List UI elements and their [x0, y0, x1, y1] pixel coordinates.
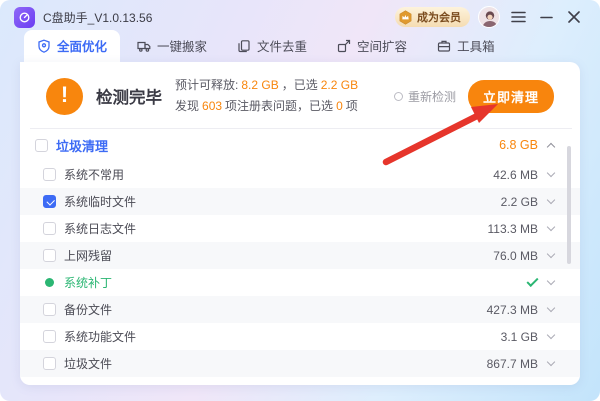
rescan-button[interactable]: 重新检测: [394, 88, 456, 105]
toolbox-icon: [437, 39, 451, 53]
tab-bar: 全面优化 一键搬家 文件去重 空间扩容 工具箱: [0, 34, 600, 62]
selected-issue-count: 0: [336, 99, 343, 113]
scrollbar-thumb[interactable]: [567, 146, 571, 264]
row-label: 垃圾文件: [64, 355, 112, 372]
app-window: C盘助手_V1.0.13.56 成为会员: [0, 0, 600, 401]
avatar[interactable]: [478, 6, 500, 28]
menu-icon[interactable]: [508, 7, 528, 27]
selected-size: 2.2 GB: [321, 78, 358, 92]
chevron-down-icon[interactable]: [538, 227, 564, 230]
row-label: 系统日志文件: [64, 220, 136, 237]
junk-row[interactable]: 上网残留 76.0 MB: [20, 242, 580, 269]
row-size: 867.7 MB: [487, 357, 538, 371]
row-size: 2.2 GB: [501, 195, 538, 209]
row-checkbox[interactable]: [43, 168, 56, 181]
group-checkbox[interactable]: [35, 139, 48, 152]
crown-icon: [398, 10, 413, 25]
tab-3[interactable]: 文件去重: [224, 30, 320, 62]
row-checkbox[interactable]: [43, 357, 56, 370]
warning-icon: !: [46, 78, 83, 115]
chevron-down-icon[interactable]: [538, 362, 564, 365]
clean-now-button[interactable]: 立即清理: [468, 80, 554, 113]
junk-group-header[interactable]: 垃圾清理 6.8 GB: [20, 129, 580, 161]
completed-dot-icon: [45, 278, 54, 287]
junk-row[interactable]: 系统不常用 42.6 MB: [20, 161, 580, 188]
tab-label: 工具箱: [457, 36, 495, 55]
junk-row[interactable]: 备份文件 427.3 MB: [20, 296, 580, 323]
expand-icon: [337, 39, 351, 53]
junk-row[interactable]: 系统补丁: [20, 269, 580, 296]
row-label: 系统不常用: [64, 166, 124, 183]
summary-line-2: 发现603项注册表问题，已选0项: [175, 96, 361, 117]
tab-4[interactable]: 空间扩容: [324, 30, 420, 62]
row-checkbox[interactable]: [43, 303, 56, 316]
registry-issue-count: 603: [202, 99, 222, 113]
documents-icon: [237, 39, 251, 53]
chevron-down-icon[interactable]: [538, 254, 564, 257]
junk-row[interactable]: 垃圾文件 867.7 MB: [20, 350, 580, 377]
truck-icon: [137, 39, 151, 53]
tab-2[interactable]: 一键搬家: [124, 30, 220, 62]
shield-icon: [37, 39, 51, 53]
summary-line-1: 预计可释放:8.2 GB，已选2.2 GB: [175, 75, 361, 96]
row-label: 上网残留: [64, 247, 112, 264]
chevron-down-icon[interactable]: [538, 200, 564, 203]
main-panel: ! 检测完毕 预计可释放:8.2 GB，已选2.2 GB 发现603项注册表问题…: [20, 62, 580, 385]
chevron-up-icon[interactable]: [538, 141, 564, 150]
titlebar: C盘助手_V1.0.13.56 成为会员: [0, 0, 600, 34]
scan-summary-lines: 预计可释放:8.2 GB，已选2.2 GB 发现603项注册表问题，已选0项: [175, 75, 361, 117]
minimize-icon[interactable]: [536, 7, 556, 27]
row-checkbox[interactable]: [43, 195, 56, 208]
junk-row[interactable]: 系统日志文件 113.3 MB: [20, 215, 580, 242]
tab-label: 空间扩容: [357, 36, 407, 55]
row-label: 备份文件: [64, 301, 112, 318]
scan-summary: ! 检测完毕 预计可释放:8.2 GB，已选2.2 GB 发现603项注册表问题…: [20, 62, 580, 128]
close-icon[interactable]: [564, 7, 584, 27]
row-size: 427.3 MB: [487, 303, 538, 317]
junk-row[interactable]: 系统功能文件 3.1 GB: [20, 323, 580, 350]
app-title: C盘助手_V1.0.13.56: [43, 9, 152, 26]
tab-1[interactable]: 全面优化: [24, 30, 120, 62]
row-label: 系统临时文件: [64, 193, 136, 210]
row-checkbox[interactable]: [43, 330, 56, 343]
rescan-icon: [394, 92, 403, 101]
member-badge-label: 成为会员: [417, 9, 461, 25]
row-size: 42.6 MB: [493, 168, 538, 182]
row-label: 系统补丁: [64, 274, 112, 291]
chevron-down-icon[interactable]: [538, 281, 564, 284]
tab-label: 一键搬家: [157, 36, 207, 55]
member-badge[interactable]: 成为会员: [395, 7, 470, 27]
green-check-icon: [526, 274, 538, 286]
junk-row-list: 系统不常用 42.6 MB 系统临时文件 2.2 GB 系统日志文件 113.3 MB 上网…: [20, 161, 580, 377]
rescan-label: 重新检测: [408, 88, 456, 105]
row-label: 系统功能文件: [64, 328, 136, 345]
tab-label: 全面优化: [57, 36, 107, 55]
row-checkbox[interactable]: [43, 249, 56, 262]
group-total-size: 6.8 GB: [499, 138, 538, 152]
junk-row[interactable]: 系统临时文件 2.2 GB: [20, 188, 580, 215]
chevron-down-icon[interactable]: [538, 308, 564, 311]
row-size: 76.0 MB: [493, 249, 538, 263]
row-checkbox[interactable]: [43, 222, 56, 235]
row-size: [527, 278, 538, 288]
row-size: 113.3 MB: [488, 222, 538, 236]
chevron-down-icon[interactable]: [538, 335, 564, 338]
chevron-down-icon[interactable]: [538, 173, 564, 176]
app-logo-icon: [14, 7, 35, 28]
tab-label: 文件去重: [257, 36, 307, 55]
tab-5[interactable]: 工具箱: [424, 30, 508, 62]
scan-status-title: 检测完毕: [96, 84, 162, 108]
row-size: 3.1 GB: [501, 330, 538, 344]
releasable-size: 8.2 GB: [241, 78, 278, 92]
group-label: 垃圾清理: [56, 136, 108, 155]
